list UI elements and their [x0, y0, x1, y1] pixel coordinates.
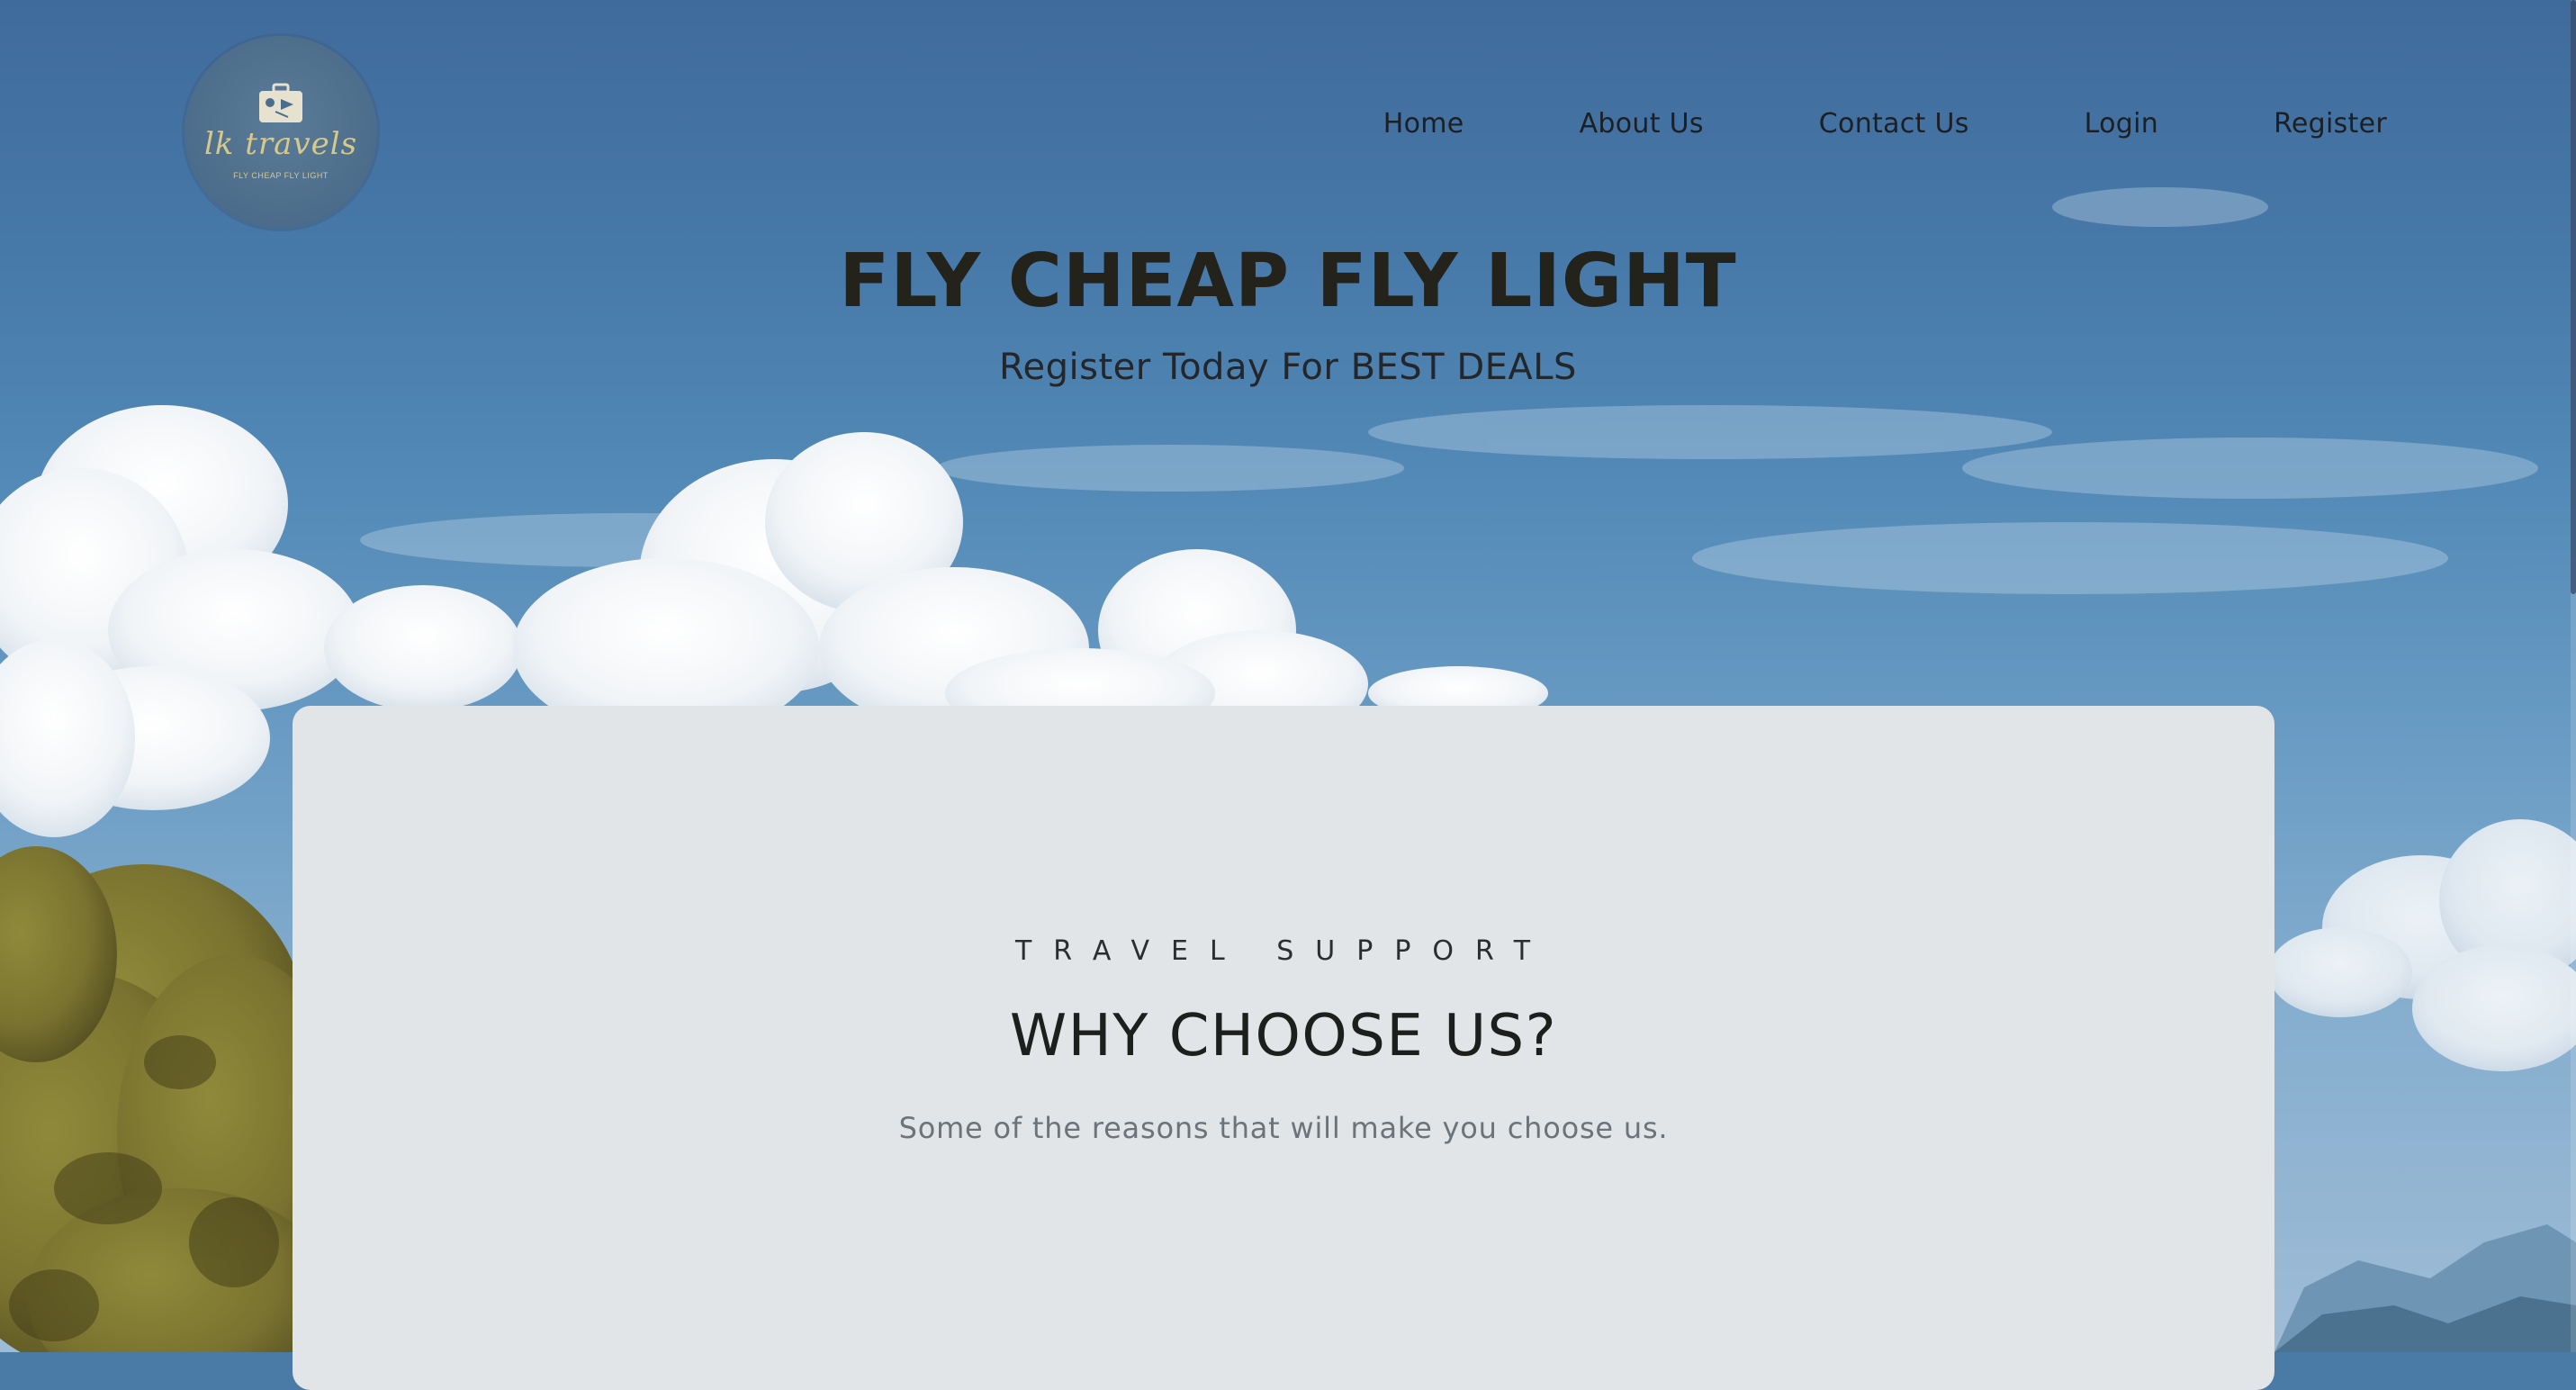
nav-login[interactable]: Login — [2085, 108, 2158, 140]
logo-tagline: FLY CHEAP FLY LIGHT — [233, 171, 329, 180]
nav-about-us[interactable]: About Us — [1580, 108, 1704, 140]
hero-subtitle: Register Today For BEST DEALS — [999, 347, 1577, 388]
main-nav: Home About Us Contact Us Login Register — [1383, 108, 2387, 140]
scrollbar-thumb[interactable] — [2571, 0, 2576, 594]
section-description: Some of the reasons that will make you c… — [898, 1111, 1669, 1145]
nav-register[interactable]: Register — [2274, 108, 2387, 140]
brand-logo[interactable]: lk travels FLY CHEAP FLY LIGHT — [185, 36, 377, 229]
why-choose-us-card: TRAVEL SUPPORT WHY CHOOSE US? Some of th… — [293, 706, 2274, 1390]
section-title: WHY CHOOSE US? — [1009, 1003, 1558, 1070]
page-scrollbar[interactable] — [2571, 0, 2576, 1352]
hero-title: FLY CHEAP FLY LIGHT — [839, 239, 1737, 324]
section-kicker: TRAVEL SUPPORT — [1014, 935, 1553, 967]
nav-contact-us[interactable]: Contact Us — [1819, 108, 1969, 140]
suitcase-icon — [259, 83, 302, 122]
logo-text: lk travels — [203, 126, 358, 162]
nav-home[interactable]: Home — [1383, 108, 1464, 140]
